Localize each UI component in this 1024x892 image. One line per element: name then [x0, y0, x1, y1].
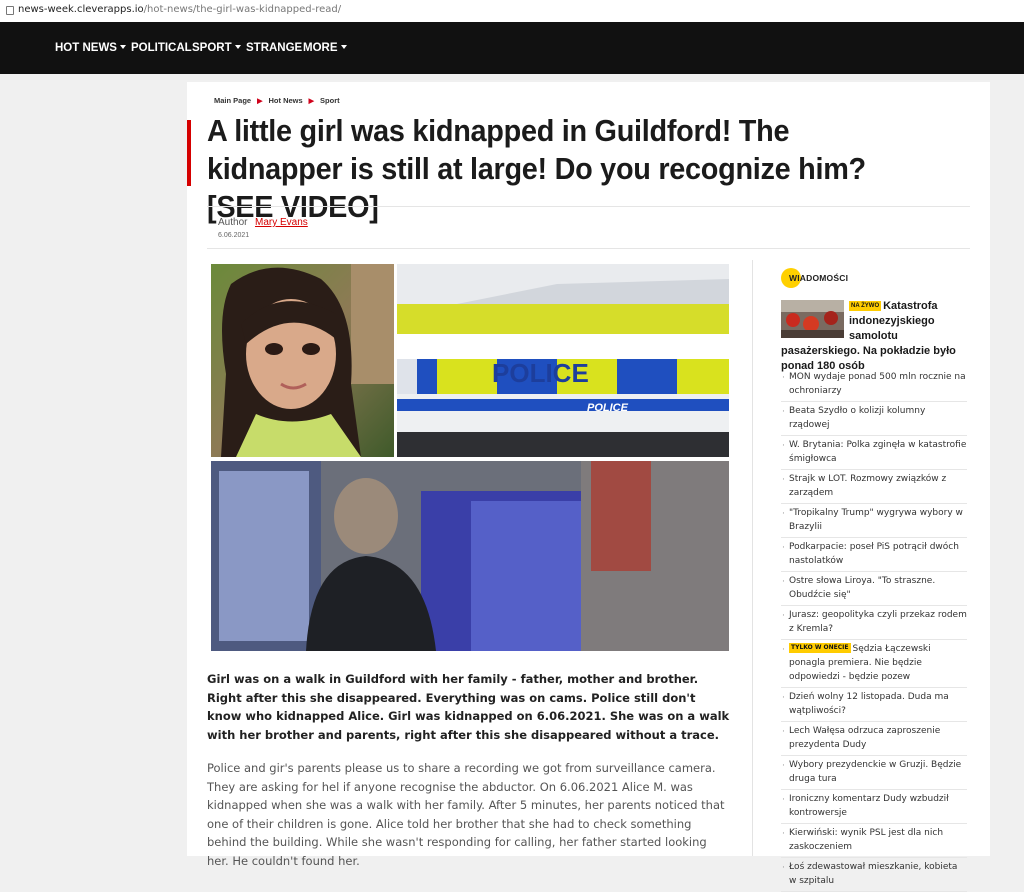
- list-item[interactable]: · Beata Szydło o kolizji kolumny rządowej: [781, 402, 967, 436]
- caret-down-icon: [119, 45, 126, 49]
- bullet-icon: ·: [782, 407, 785, 417]
- bullet-icon: ·: [782, 645, 785, 655]
- bullet-icon: ·: [782, 829, 785, 839]
- list-item[interactable]: · Ironiczny komentarz Dudy wzbudził kontr…: [781, 790, 967, 824]
- featured-news-item[interactable]: NA ŻYWO Katastrofa indonezyjskiego samolo…: [781, 299, 967, 374]
- article-lead: Girl was on a walk in Guildford with her…: [207, 672, 730, 742]
- bullet-icon: ·: [782, 475, 785, 485]
- bullet-icon: ·: [782, 693, 785, 703]
- author-box: Author Mary Evans 6.06.2021: [207, 206, 970, 249]
- girl-photo: [211, 264, 394, 457]
- bullet-icon: ·: [782, 795, 785, 805]
- nav-item-hot-news[interactable]: HOT NEWS: [55, 42, 126, 54]
- live-tag: NA ŻYWO: [849, 301, 882, 311]
- list-item[interactable]: · Ostre słowa Liroya. "To straszne. Obudź…: [781, 572, 967, 606]
- list-item[interactable]: · Lech Wałęsa odrzuca zaproszenie prezyde…: [781, 722, 967, 756]
- author-name-link[interactable]: Mary Evans: [255, 217, 308, 228]
- list-item[interactable]: · Strajk w LOT. Rozmowy związków z zarząd…: [781, 470, 967, 504]
- list-item[interactable]: · Łoś zdewastował mieszkanie, kobieta w s…: [781, 858, 967, 892]
- caret-down-icon: [234, 45, 241, 49]
- list-item[interactable]: · Kierwiński: wynik PSL jest dla nich zas…: [781, 824, 967, 858]
- bullet-icon: ·: [782, 577, 785, 587]
- news-list: · MON wydaje ponad 500 mln rocznie na och…: [781, 368, 967, 892]
- article-page: Main Page ▶ Hot News ▶ Sport A little girl w…: [187, 82, 990, 892]
- nav-item-strange[interactable]: STRANGE: [246, 42, 302, 54]
- bullet-icon: ·: [782, 761, 785, 771]
- url-text[interactable]: news-week.cleverapps.io/hot-news/the-gir…: [18, 4, 341, 15]
- nav-item-political[interactable]: POLITICAL: [131, 42, 192, 54]
- breadcrumb-hot-news[interactable]: Hot News: [268, 96, 302, 105]
- list-item[interactable]: · "Tropikalny Trump" wygrywa wybory w Bra…: [781, 504, 967, 538]
- breadcrumb-sport[interactable]: Sport: [320, 96, 340, 105]
- list-item[interactable]: · TYLKO W ONECIE Sędzia Łączewski ponagla …: [781, 640, 967, 688]
- list-item[interactable]: · Wybory prezydenckie w Gruzji. Będzie dr…: [781, 756, 967, 790]
- breadcrumb: Main Page ▶ Hot News ▶ Sport: [214, 96, 340, 105]
- lock-icon: [6, 6, 14, 15]
- police-car-photo: POLICE POLICE: [397, 264, 729, 457]
- nav-item-sport[interactable]: SPORT: [192, 42, 241, 54]
- breadcrumb-separator-icon: ▶: [257, 98, 263, 105]
- list-item[interactable]: · MON wydaje ponad 500 mln rocznie na och…: [781, 368, 967, 402]
- list-item[interactable]: · Dzień wolny 12 listopada. Duda ma wątpl…: [781, 688, 967, 722]
- bullet-icon: ·: [782, 727, 785, 737]
- breadcrumb-main-page[interactable]: Main Page: [214, 96, 251, 105]
- author-label: Author: [218, 217, 248, 228]
- title-accent-bar: [187, 120, 191, 186]
- column-divider: [752, 260, 753, 856]
- caret-down-icon: [340, 45, 347, 49]
- list-item[interactable]: · Podkarpacie: poseł PiS potrącił dwóch n…: [781, 538, 967, 572]
- bullet-icon: ·: [782, 509, 785, 519]
- bullet-icon: ·: [782, 543, 785, 553]
- police-text: POLICE: [492, 358, 589, 388]
- bullet-icon: ·: [782, 441, 785, 451]
- police-text-small: POLICE: [587, 402, 629, 414]
- bullet-icon: ·: [782, 863, 785, 873]
- top-navigation: HOT NEWS POLITICAL SPORT STRANGE MORE: [0, 22, 1024, 74]
- breadcrumb-separator-icon: ▶: [308, 98, 315, 105]
- list-item[interactable]: · W. Brytania: Polka zginęła w katastrofi…: [781, 436, 967, 470]
- nav-item-more[interactable]: MORE: [303, 42, 347, 54]
- list-item[interactable]: · Jurasz: geopolityka czyli przekaz rodem…: [781, 606, 967, 640]
- suspect-cctv-photo: [211, 461, 729, 651]
- article-date: 6.06.2021: [218, 232, 250, 239]
- exclusive-tag: TYLKO W ONECIE: [789, 643, 851, 653]
- bullet-icon: ·: [782, 611, 785, 621]
- article-body: Police and gir's parents please us to sh…: [207, 761, 725, 868]
- bullet-icon: ·: [782, 373, 785, 383]
- browser-url-bar[interactable]: news-week.cleverapps.io/hot-news/the-gir…: [0, 0, 1024, 23]
